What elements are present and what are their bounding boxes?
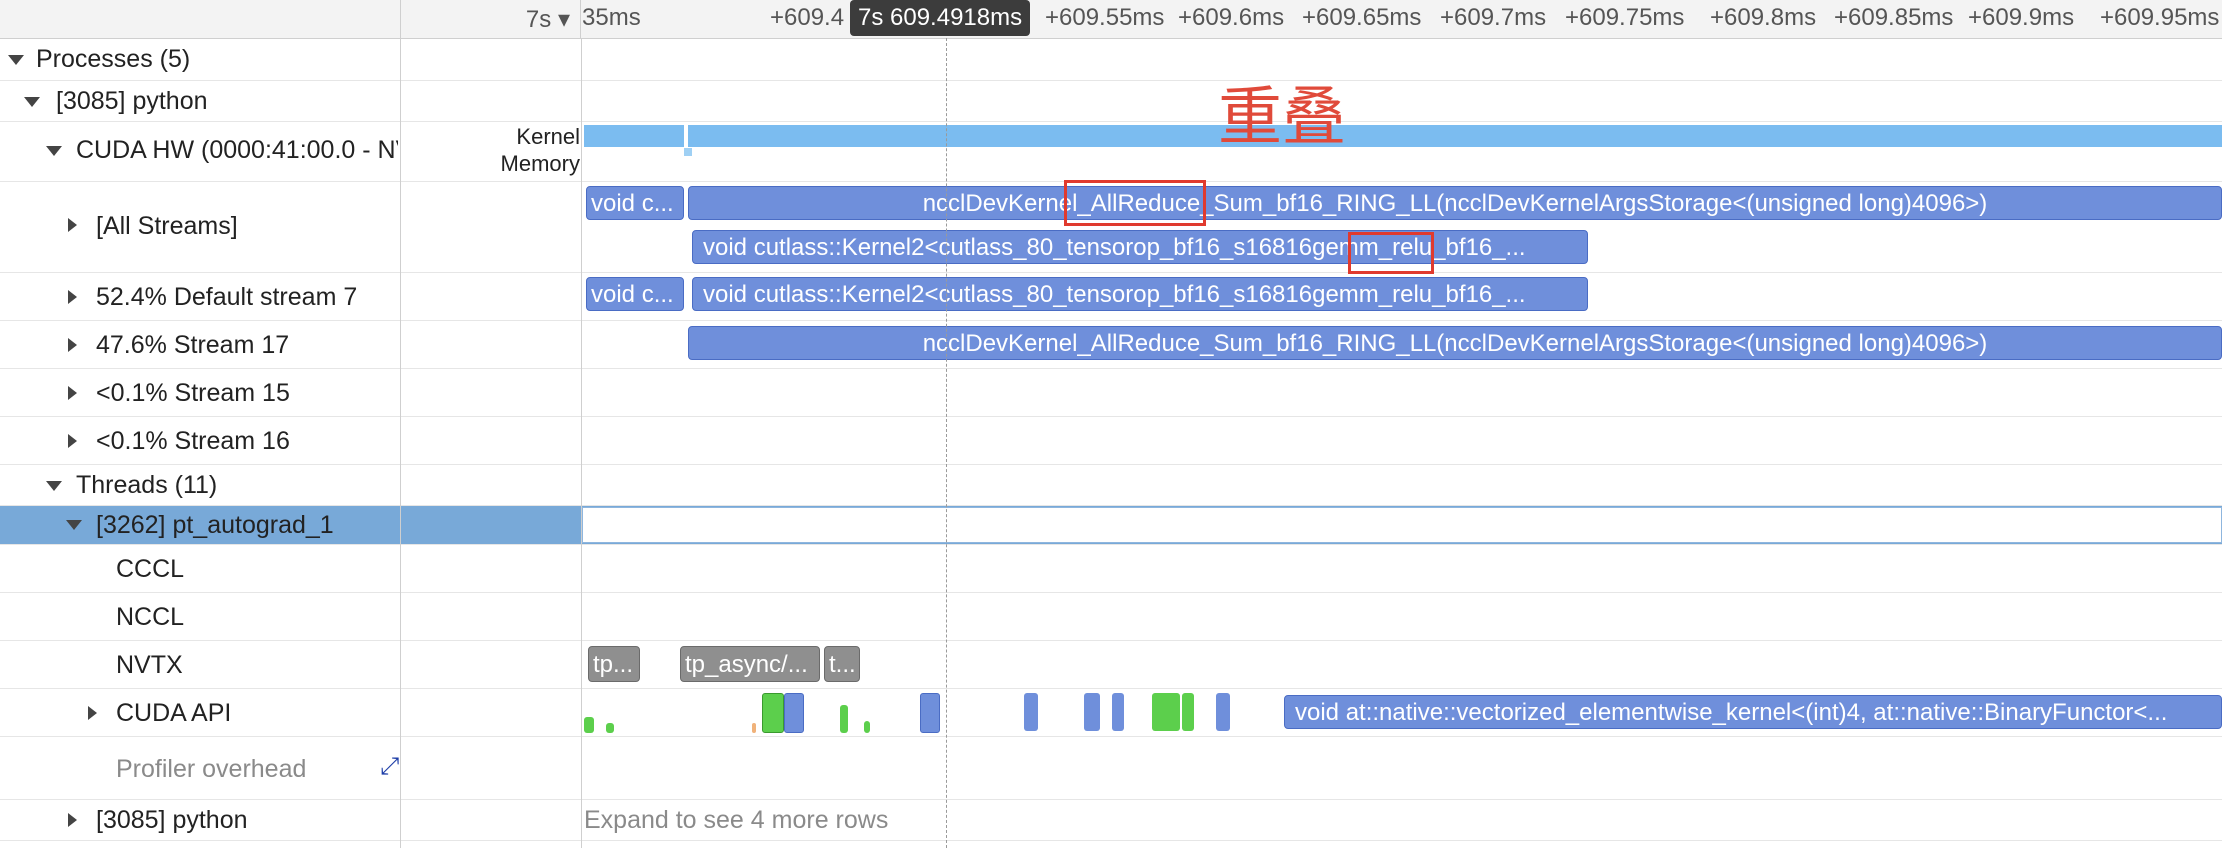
time-tick: +609.95ms: [2100, 4, 2220, 31]
time-tick: +609.7ms: [1440, 4, 1547, 31]
chevron-down-icon[interactable]: [46, 146, 62, 156]
time-unit-dropdown[interactable]: 7s ▾: [526, 5, 570, 34]
kernel-block[interactable]: void c...: [586, 186, 684, 220]
row-stream-17[interactable]: 47.6% Stream 17 ncclDevKernel_AllReduce_…: [0, 321, 2222, 369]
kernel-sublabel: Kernel: [516, 124, 580, 149]
row-label: CUDA HW (0000:41:00.0 - NV: [76, 138, 398, 163]
row-label: NCCL: [116, 603, 185, 631]
time-cursor-line: [946, 38, 947, 848]
memory-utilization-mark: [684, 148, 692, 156]
chevron-down-icon[interactable]: [46, 481, 62, 491]
row-cuda-hw[interactable]: CUDA HW (0000:41:00.0 - NV Kernel Memory: [0, 122, 2222, 182]
time-tick: 35ms: [582, 4, 641, 31]
row-label: CCCL: [116, 555, 185, 583]
chevron-right-icon[interactable]: [88, 706, 97, 720]
memory-sublabel: Memory: [500, 151, 580, 176]
api-call-mark[interactable]: [840, 705, 848, 733]
api-call-mark[interactable]: [920, 693, 940, 733]
row-label: CUDA API: [116, 699, 232, 727]
api-call-mark[interactable]: [864, 721, 870, 733]
nccl-allreduce-kernel[interactable]: ncclDevKernel_AllReduce_Sum_bf16_RING_LL…: [688, 186, 2222, 220]
row-label: NVTX: [116, 651, 183, 679]
api-call-mark[interactable]: [1112, 693, 1124, 731]
api-call-mark[interactable]: [762, 693, 784, 733]
chevron-right-icon[interactable]: [68, 290, 77, 304]
nvtx-range[interactable]: t...: [824, 646, 860, 682]
row-label: Processes (5): [36, 45, 191, 73]
api-call-mark[interactable]: [606, 723, 614, 733]
api-call-mark[interactable]: [752, 723, 756, 733]
row-default-stream[interactable]: 52.4% Default stream 7 void c... void cu…: [0, 273, 2222, 321]
row-cccl[interactable]: CCCL: [0, 545, 2222, 593]
row-threads[interactable]: Threads (11): [0, 465, 2222, 506]
row-python-process-2[interactable]: [3085] python Expand to see 4 more rows: [0, 800, 2222, 841]
row-label: 52.4% Default stream 7: [96, 283, 358, 311]
row-python-process[interactable]: [3085] python: [0, 81, 2222, 122]
api-call-mark[interactable]: [1152, 693, 1180, 731]
row-label: Profiler overhead: [116, 755, 307, 783]
cutlass-gemm-kernel[interactable]: void cutlass::Kernel2<cutlass_80_tensoro…: [692, 230, 1588, 264]
time-unit-column: 7s ▾: [400, 0, 581, 38]
expand-hint[interactable]: Expand to see 4 more rows: [584, 808, 888, 833]
row-stream-16[interactable]: <0.1% Stream 16: [0, 417, 2222, 465]
time-tick: +609.75ms: [1565, 4, 1685, 31]
kernel-utilization-bar[interactable]: [688, 125, 2222, 147]
header-label-column: [0, 0, 401, 38]
time-tick: +609.6ms: [1178, 4, 1285, 31]
row-pt-autograd-thread[interactable]: [3262] pt_autograd_1: [0, 506, 2222, 545]
time-tick: +609.65ms: [1302, 4, 1422, 31]
chevron-down-icon: ▾: [557, 6, 570, 33]
kernel-block[interactable]: void c...: [586, 277, 684, 311]
api-call-mark[interactable]: [1084, 693, 1100, 731]
overlap-annotation: 重叠: [1218, 81, 1346, 155]
row-stream-15[interactable]: <0.1% Stream 15: [0, 369, 2222, 417]
time-tick: +609.85ms: [1834, 4, 1954, 31]
cuda-api-kernel-launch[interactable]: void at::native::vectorized_elementwise_…: [1284, 695, 2222, 729]
nvtx-range[interactable]: tp...: [588, 646, 640, 682]
timeline-header: 7s ▾ 35ms +609.4 +609.55ms +609.6ms +609…: [0, 0, 2222, 39]
time-tick: +609.8ms: [1710, 4, 1817, 31]
chevron-down-icon[interactable]: [24, 97, 40, 107]
chevron-right-icon[interactable]: [68, 338, 77, 352]
row-nvtx[interactable]: NVTX tp... tp_async/... t...: [0, 641, 2222, 689]
column-divider[interactable]: [581, 38, 582, 848]
row-profiler-overhead[interactable]: Profiler overhead ⤢: [0, 737, 2222, 800]
row-label: [3085] python: [56, 87, 208, 115]
row-label: [3262] pt_autograd_1: [96, 511, 334, 539]
cutlass-gemm-kernel[interactable]: void cutlass::Kernel2<cutlass_80_tensoro…: [692, 277, 1588, 311]
column-divider: [400, 38, 401, 848]
row-label: <0.1% Stream 16: [96, 427, 290, 455]
api-call-mark[interactable]: [1216, 693, 1230, 731]
row-label: <0.1% Stream 15: [96, 379, 290, 407]
row-label: 47.6% Stream 17: [96, 331, 290, 359]
api-call-mark[interactable]: [584, 717, 594, 733]
time-tick: +609.9ms: [1968, 4, 2075, 31]
expand-arrows-icon[interactable]: ⤢: [380, 753, 399, 781]
row-nccl[interactable]: NCCL: [0, 593, 2222, 641]
time-tick: +609.4: [770, 4, 845, 31]
chevron-right-icon[interactable]: [68, 813, 77, 827]
chevron-down-icon[interactable]: [66, 520, 82, 530]
chevron-down-icon[interactable]: [8, 55, 24, 65]
row-label: Threads (11): [76, 471, 218, 499]
allreduce-highlight-box: [1064, 180, 1206, 226]
api-call-mark[interactable]: [1024, 693, 1038, 731]
row-cuda-api[interactable]: CUDA API void at::native::vectorized_ele…: [0, 689, 2222, 737]
api-call-mark[interactable]: [784, 693, 804, 733]
selected-row-track: [582, 507, 2222, 543]
nvtx-range[interactable]: tp_async/...: [680, 646, 820, 682]
row-label: [All Streams]: [96, 212, 238, 240]
api-call-mark[interactable]: [1182, 693, 1194, 731]
chevron-right-icon[interactable]: [68, 386, 77, 400]
row-label: [3085] python: [96, 806, 248, 834]
kernel-utilization-bar[interactable]: [584, 125, 684, 147]
nccl-allreduce-kernel[interactable]: ncclDevKernel_AllReduce_Sum_bf16_RING_LL…: [688, 326, 2222, 360]
gemm-highlight-box: [1348, 232, 1434, 274]
chevron-right-icon[interactable]: [68, 434, 77, 448]
time-tick: +609.55ms: [1045, 4, 1165, 31]
cursor-time-tooltip: 7s 609.4918ms: [850, 0, 1031, 36]
chevron-right-icon[interactable]: [68, 218, 77, 232]
row-processes[interactable]: Processes (5): [0, 39, 2222, 81]
